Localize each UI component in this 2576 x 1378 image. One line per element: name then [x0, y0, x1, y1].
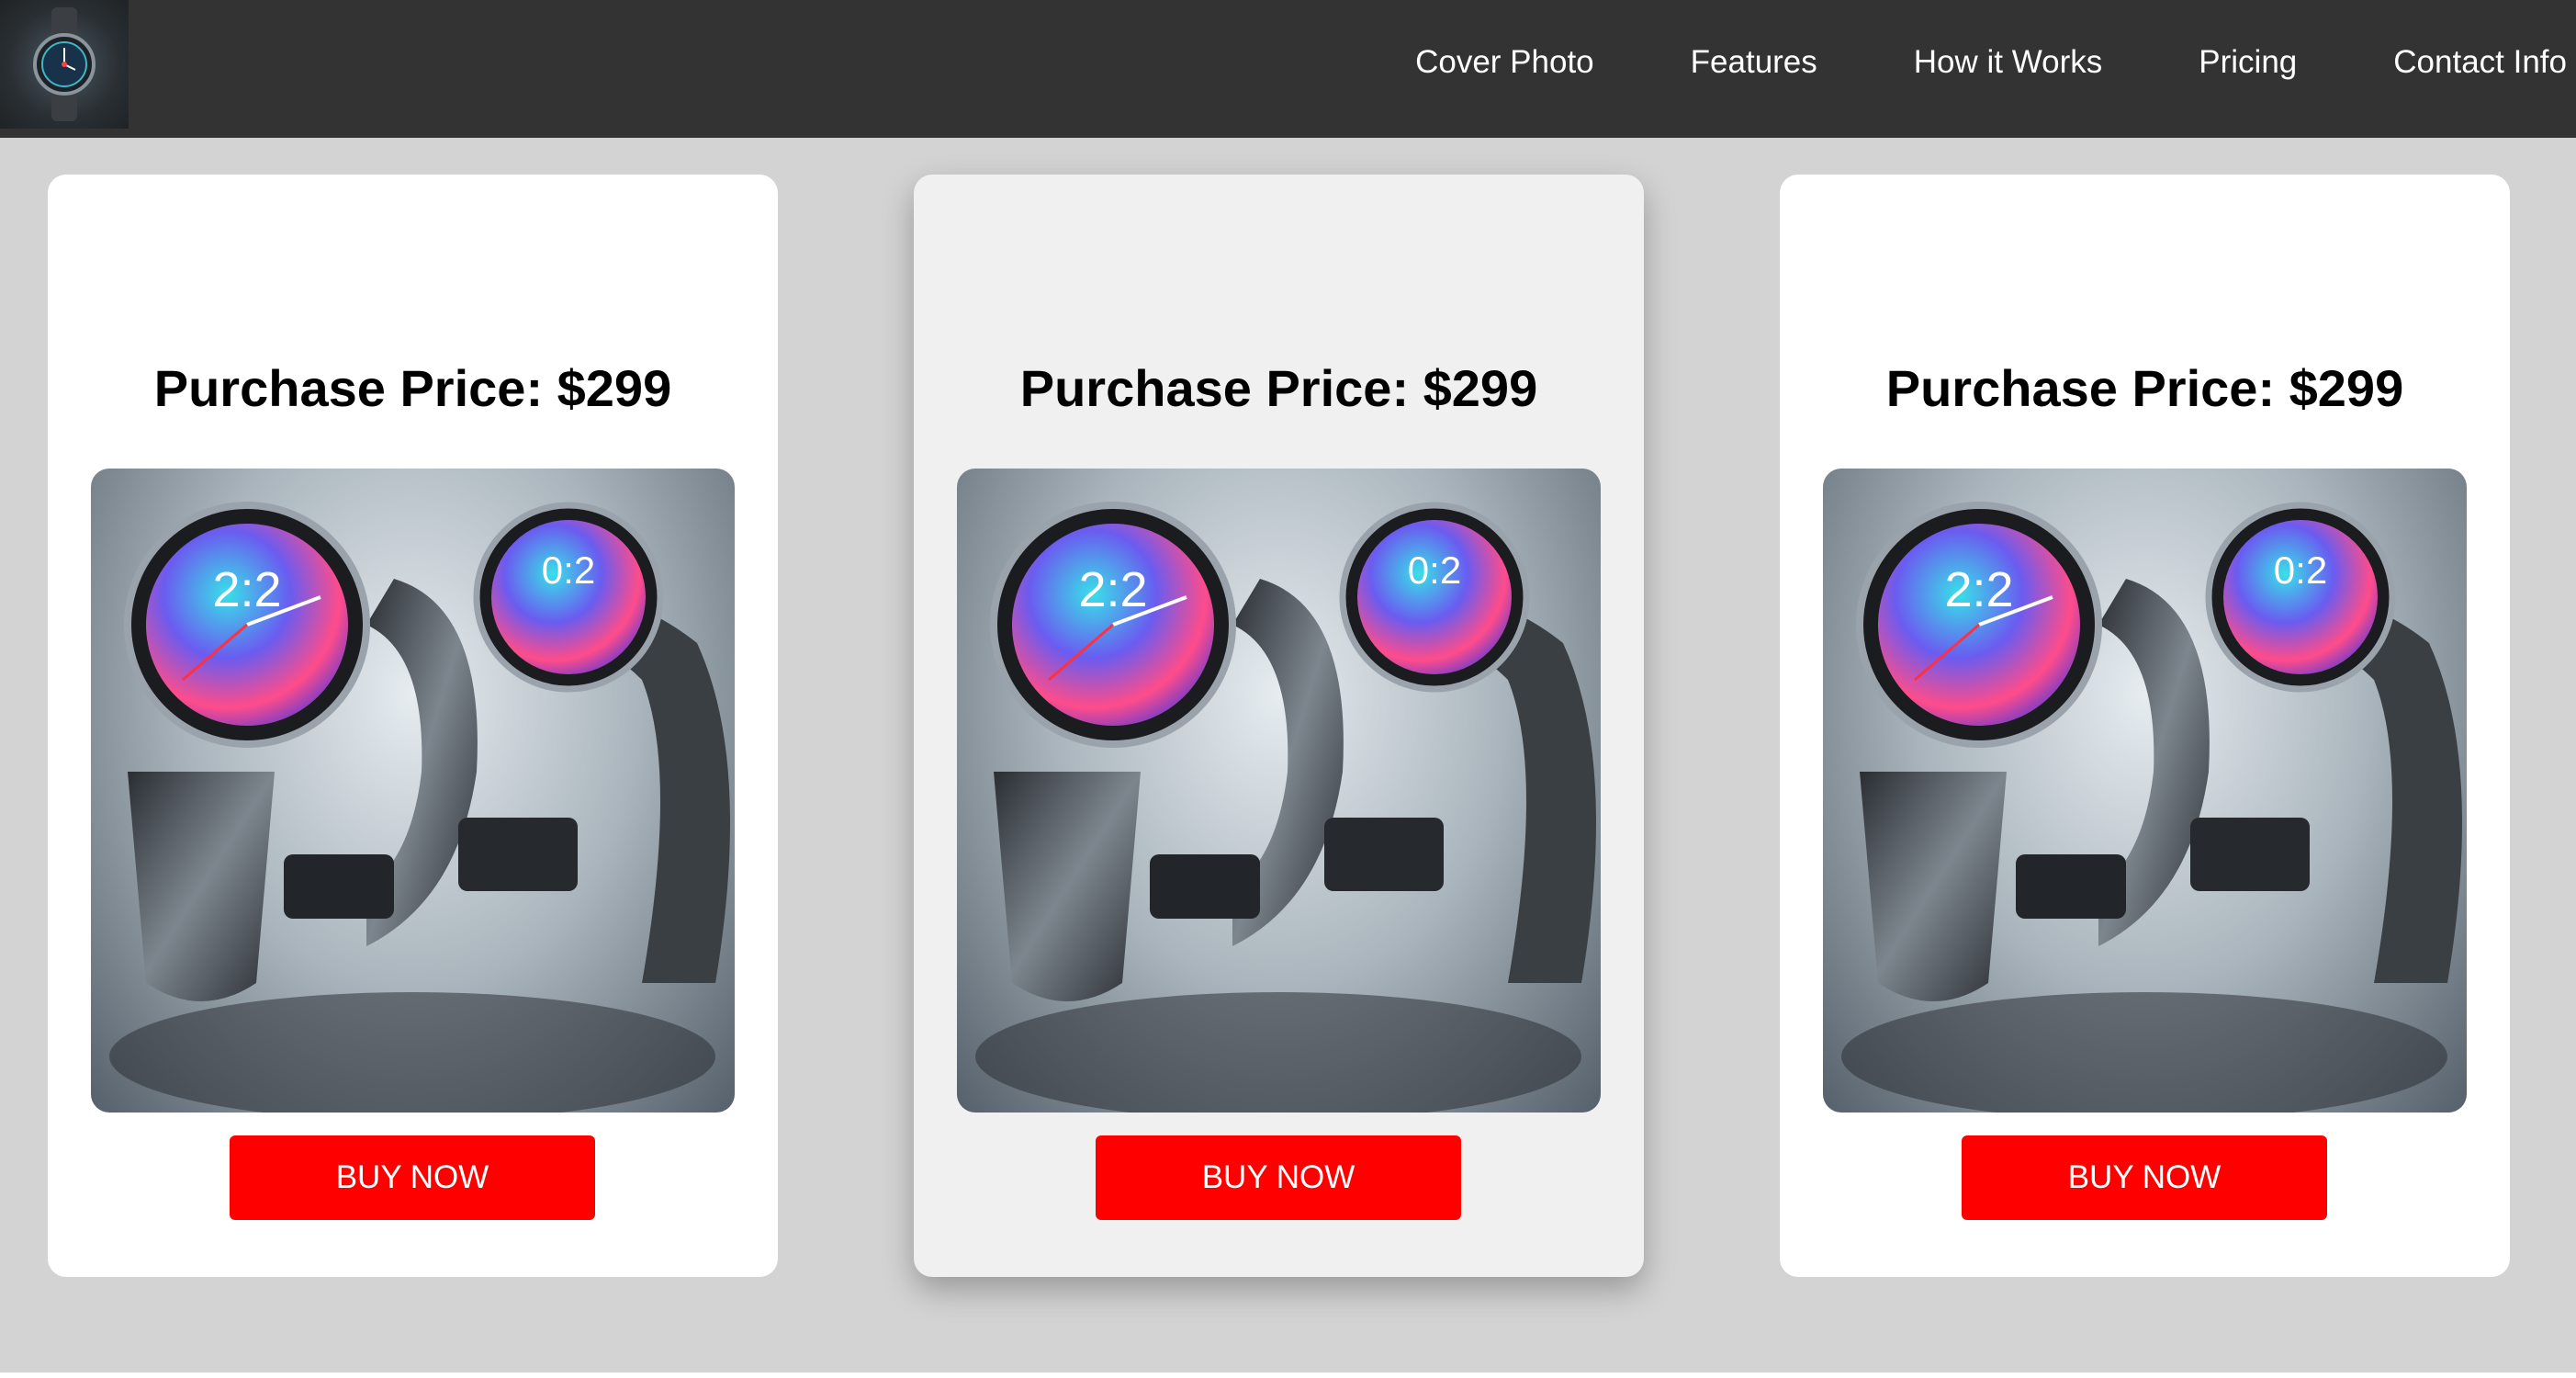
svg-text:2:2: 2:2: [1078, 562, 1147, 617]
card-price-title: Purchase Price: $299: [153, 359, 672, 417]
card-price-title: Purchase Price: $299: [1019, 359, 1538, 417]
svg-text:0:2: 0:2: [1408, 548, 1461, 592]
svg-text:2:2: 2:2: [1944, 562, 2013, 617]
svg-text:2:2: 2:2: [212, 562, 281, 617]
buy-now-button[interactable]: BUY NOW: [1962, 1135, 2327, 1220]
buy-now-button[interactable]: BUY NOW: [230, 1135, 595, 1220]
pricing-card: Purchase Price: $299 2:2 0:2 BUY NOW: [48, 175, 778, 1277]
svg-text:0:2: 0:2: [542, 548, 595, 592]
navbar: Cover Photo Features How it Works Pricin…: [0, 0, 2576, 138]
pricing-card: Purchase Price: $299 2:2 0:2 BUY NOW: [1780, 175, 2510, 1277]
nav-link-features[interactable]: Features: [1691, 44, 1817, 81]
smartwatch-pair-image: 2:2 0:2: [957, 469, 1601, 1113]
nav-link-pricing[interactable]: Pricing: [2199, 44, 2297, 81]
page-bottom-divider: [0, 1372, 2576, 1378]
buy-now-button[interactable]: BUY NOW: [1096, 1135, 1461, 1220]
svg-text:0:2: 0:2: [2274, 548, 2327, 592]
smartwatch-logo-icon[interactable]: [0, 0, 129, 129]
card-price-title: Purchase Price: $299: [1885, 359, 2404, 417]
nav-link-cover-photo[interactable]: Cover Photo: [1415, 44, 1594, 81]
smartwatch-pair-image: 2:2 0:2: [91, 469, 735, 1113]
pricing-card-featured: Purchase Price: $299 2:2 0:2 BUY NOW: [914, 175, 1644, 1277]
nav-link-how-it-works[interactable]: How it Works: [1914, 44, 2103, 81]
main-nav: Cover Photo Features How it Works Pricin…: [1415, 0, 2576, 125]
smartwatch-pair-image: 2:2 0:2: [1823, 469, 2467, 1113]
nav-link-contact-info[interactable]: Contact Info: [2393, 44, 2567, 81]
